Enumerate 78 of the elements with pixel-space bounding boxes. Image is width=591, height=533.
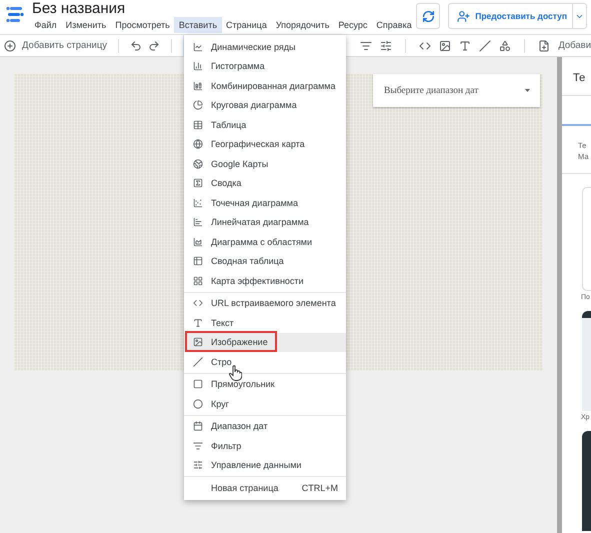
sliders-icon[interactable] bbox=[380, 40, 392, 52]
pie-chart-icon bbox=[193, 100, 203, 110]
calendar-icon bbox=[193, 421, 203, 432]
menu-item[interactable]: Изменить bbox=[61, 17, 111, 33]
menu-item[interactable]: Страница bbox=[222, 17, 272, 33]
menu-option[interactable]: Диапазон дат bbox=[184, 416, 346, 436]
shapes-icon[interactable] bbox=[499, 40, 512, 52]
menu-option[interactable]: Круг bbox=[184, 394, 346, 414]
circle-icon bbox=[193, 398, 203, 409]
menu-option[interactable]: Стро bbox=[184, 352, 346, 372]
menu-option[interactable]: Линейчатая диаграмма bbox=[184, 212, 346, 232]
menu-item[interactable]: Упорядочить bbox=[271, 17, 334, 33]
menu-option[interactable]: Динамические ряды bbox=[184, 37, 346, 56]
report-title[interactable]: Без названия bbox=[32, 0, 416, 17]
menu-option[interactable]: Изображение bbox=[184, 332, 346, 352]
menu-option[interactable]: Google Карты bbox=[184, 154, 346, 174]
menu-option[interactable]: Гистограмма bbox=[184, 56, 346, 76]
menu-option[interactable]: Сводка bbox=[184, 174, 346, 193]
table-icon bbox=[193, 256, 203, 266]
combo-chart-icon bbox=[193, 80, 203, 91]
globe-icon bbox=[193, 158, 203, 169]
panel-heading: Те bbox=[573, 72, 586, 84]
filter-icon[interactable] bbox=[360, 40, 372, 52]
date-range-picker[interactable]: Выберите диапазон дат bbox=[373, 74, 540, 107]
line-icon bbox=[193, 356, 203, 367]
code-icon bbox=[193, 298, 203, 308]
sliders-icon bbox=[193, 460, 203, 470]
add-file-icon[interactable] bbox=[538, 40, 550, 52]
menu-option[interactable]: Сводная таблица bbox=[184, 252, 346, 271]
bar-chart-icon bbox=[193, 61, 203, 72]
menu-item[interactable]: Ресурс bbox=[334, 17, 372, 33]
bar-chart-icon bbox=[193, 217, 203, 228]
line-chart-icon bbox=[193, 42, 203, 52]
area-chart-icon bbox=[193, 236, 203, 247]
menu-option[interactable]: Новая страница CTRL+M bbox=[184, 478, 346, 498]
menu-option[interactable]: Географическая карта bbox=[184, 134, 346, 154]
menu-option[interactable]: URL встраиваемого элемента bbox=[184, 294, 346, 313]
menu-option[interactable]: Точечная диаграмма bbox=[184, 193, 346, 212]
theme-card[interactable] bbox=[582, 311, 591, 411]
globe-icon bbox=[193, 139, 203, 150]
scatter-chart-icon bbox=[193, 198, 203, 208]
add-person-icon bbox=[457, 10, 470, 22]
table-icon bbox=[193, 120, 203, 130]
refresh-button[interactable] bbox=[416, 3, 440, 29]
menu-item[interactable]: Просмотреть bbox=[110, 17, 174, 33]
add-element-label[interactable]: Добави bbox=[558, 40, 591, 51]
menu-item[interactable]: Вставить bbox=[174, 17, 222, 33]
refresh-icon bbox=[422, 10, 435, 22]
image-icon[interactable] bbox=[439, 40, 452, 52]
undo-icon[interactable] bbox=[130, 40, 142, 52]
menu-option[interactable]: Фильтр bbox=[184, 436, 346, 456]
date-range-placeholder: Выберите диапазон дат bbox=[384, 86, 478, 96]
menu-item[interactable]: Справка bbox=[372, 17, 416, 33]
menu-option[interactable]: Таблица bbox=[184, 115, 346, 134]
sigma-icon bbox=[193, 178, 203, 188]
menu-option[interactable]: Комбинированная диаграмма bbox=[184, 76, 346, 96]
menu-option[interactable]: Прямоугольник bbox=[184, 374, 346, 394]
menu-option[interactable]: Круговая диаграмма bbox=[184, 96, 346, 115]
grid-icon bbox=[193, 276, 203, 286]
logo-icon bbox=[6, 5, 24, 25]
menu-option[interactable]: Текст bbox=[184, 313, 346, 332]
caret-icon bbox=[525, 89, 530, 92]
filter-icon bbox=[193, 440, 203, 451]
menu-item[interactable]: Файл bbox=[30, 17, 62, 33]
line-icon[interactable] bbox=[479, 40, 492, 52]
menu-option[interactable]: Карта эффективности bbox=[184, 271, 346, 290]
share-button[interactable]: Предоставить доступ bbox=[448, 3, 587, 29]
redo-icon[interactable] bbox=[148, 40, 160, 52]
image-icon bbox=[193, 337, 203, 348]
menu-option[interactable]: Управление данными bbox=[184, 456, 346, 475]
text-icon[interactable] bbox=[459, 40, 472, 52]
menu-option[interactable]: Диаграмма с областями bbox=[184, 232, 346, 252]
add-icon[interactable] bbox=[4, 40, 16, 52]
hand-cursor-icon bbox=[229, 365, 242, 381]
square-icon bbox=[193, 379, 203, 390]
text-icon bbox=[193, 318, 203, 328]
code-icon[interactable] bbox=[419, 40, 432, 52]
add-page-link[interactable]: Добавить страницу bbox=[22, 40, 108, 51]
